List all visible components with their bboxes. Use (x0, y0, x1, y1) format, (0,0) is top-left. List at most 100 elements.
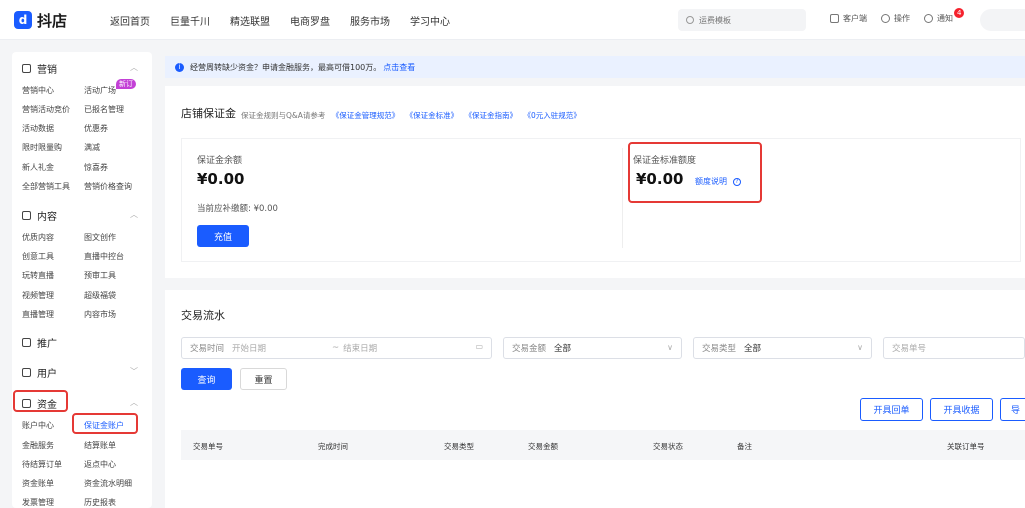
chevron-down-icon[interactable]: ﹀ (130, 366, 138, 377)
logo[interactable]: d 抖店 (14, 10, 67, 30)
highlight-box-funds (13, 390, 68, 412)
search-input[interactable] (699, 15, 799, 25)
operation-guide[interactable]: 操作 (881, 13, 910, 24)
chevron-up-icon[interactable]: ︿ (130, 209, 138, 220)
sidebar-item[interactable]: 满减 (84, 142, 100, 153)
deposit-reference: 保证金规则与Q&A请参考 《保证金管理规范》 《保证金标准》 《保证金指南》 《… (241, 110, 581, 121)
nav-learning[interactable]: 学习中心 (410, 13, 450, 28)
reset-button[interactable]: 重置 (240, 368, 287, 390)
col-related-order: 关联订单号 (947, 442, 985, 451)
sidebar-section-user[interactable]: 用户 (22, 365, 57, 380)
sidebar-item[interactable]: 发票管理 (22, 497, 54, 508)
issue-receipt-button[interactable]: 开具回单 (860, 398, 923, 421)
notice-bar: i 经营周转缺少资金？申请金融服务，最高可借100万。 点击查看 (165, 56, 1025, 78)
amount-filter-label: 交易金额 (512, 344, 547, 354)
reference-link[interactable]: 《0元入驻规范》 (523, 111, 580, 120)
sidebar-item[interactable]: 结算账单 (84, 440, 116, 451)
end-date-input[interactable]: 结束日期 (343, 342, 377, 354)
type-filter[interactable]: 交易类型 全部 ∨ (693, 337, 872, 359)
export-button[interactable]: 导 (1000, 398, 1025, 421)
col-order-no: 交易单号 (193, 442, 223, 451)
notification-label: 通知 (937, 14, 953, 23)
sidebar-item[interactable]: 视频管理 (22, 290, 54, 301)
sidebar-item[interactable]: 历史报表 (84, 497, 116, 508)
section-title: 推广 (37, 339, 57, 350)
sidebar-item[interactable]: 预审工具 (84, 270, 116, 281)
sidebar-section-marketing[interactable]: 营销 (22, 61, 57, 76)
content-icon (22, 211, 31, 220)
sidebar-item[interactable]: 创意工具 (22, 251, 54, 262)
sidebar-item[interactable]: 优惠券 (84, 123, 108, 134)
query-button[interactable]: 查询 (181, 368, 232, 390)
megaphone-icon (22, 64, 31, 73)
sidebar-item[interactable]: 全部营销工具 (22, 181, 70, 192)
sidebar-item[interactable]: 新人礼金 (22, 162, 54, 173)
sidebar-item[interactable]: 营销中心 (22, 85, 54, 96)
chevron-up-icon[interactable]: ︿ (130, 62, 138, 73)
sidebar-item[interactable]: 营销价格查询 (84, 181, 132, 192)
reference-link[interactable]: 《保证金标准》 (406, 111, 459, 120)
sidebar-item[interactable]: 优质内容 (22, 232, 54, 243)
type-filter-label: 交易类型 (702, 344, 737, 354)
bell-icon (924, 14, 933, 23)
sidebar-item[interactable]: 活动广场 (84, 85, 116, 96)
sidebar-item[interactable]: 图文创作 (84, 232, 116, 243)
sidebar-item[interactable]: 返点中心 (84, 459, 116, 470)
chevron-up-icon[interactable]: ︿ (130, 397, 138, 408)
sidebar-section-content[interactable]: 内容 (22, 208, 57, 223)
deposit-panel (181, 138, 1021, 262)
sidebar-item[interactable]: 惊喜券 (84, 162, 108, 173)
sidebar-item[interactable]: 资金流水明细 (84, 478, 132, 489)
col-status: 交易状态 (653, 442, 683, 451)
order-no-input[interactable]: 交易单号 (892, 342, 926, 354)
start-date-input[interactable]: 开始日期 (232, 342, 266, 354)
help-icon (881, 14, 890, 23)
top-nav: 返回首页 巨量千川 精选联盟 电商罗盘 服务市场 学习中心 (110, 13, 470, 28)
reference-link[interactable]: 《保证金管理规范》 (332, 111, 400, 120)
top-bar: d 抖店 返回首页 巨量千川 精选联盟 电商罗盘 服务市场 学习中心 客户端 操… (0, 0, 1025, 40)
col-amount: 交易金额 (528, 442, 558, 451)
balance-label: 保证金余额 (197, 156, 243, 166)
sidebar-item[interactable]: 直播中控台 (84, 251, 124, 262)
client-download[interactable]: 客户端 (830, 13, 867, 24)
new-badge: 新订 (116, 79, 136, 89)
sidebar-item[interactable]: 超级福袋 (84, 290, 116, 301)
sidebar-item[interactable]: 直播管理 (22, 309, 54, 320)
sidebar-item[interactable]: 待结算订单 (22, 459, 62, 470)
user-icon (22, 368, 31, 377)
sidebar-item[interactable]: 营销活动竞价 (22, 104, 70, 115)
search-box[interactable] (678, 9, 806, 31)
nav-qianchuan[interactable]: 巨量千川 (170, 13, 210, 28)
sidebar-item[interactable]: 已报名管理 (84, 104, 124, 115)
notification-badge: 4 (954, 8, 965, 18)
nav-compass[interactable]: 电商罗盘 (290, 13, 330, 28)
deposit-title: 店铺保证金 (181, 107, 236, 120)
avatar[interactable] (980, 9, 1025, 31)
notification[interactable]: 通知 4 (924, 8, 965, 24)
sidebar-item[interactable]: 金融服务 (22, 440, 54, 451)
amount-filter-value: 全部 (554, 344, 572, 354)
sidebar-item[interactable]: 内容市场 (84, 309, 116, 320)
nav-service-market[interactable]: 服务市场 (350, 13, 390, 28)
nav-alliance[interactable]: 精选联盟 (230, 13, 270, 28)
issue-acknowledgement-button[interactable]: 开具收据 (930, 398, 993, 421)
nav-home[interactable]: 返回首页 (110, 13, 150, 28)
time-filter[interactable]: 交易时间 开始日期 ~ 结束日期 ▭ (181, 337, 492, 359)
sidebar-section-promote[interactable]: 推广 (22, 335, 57, 350)
reference-link[interactable]: 《保证金指南》 (465, 111, 518, 120)
highlight-box-standard (628, 142, 762, 203)
notice-link[interactable]: 点击查看 (383, 62, 415, 73)
reference-prefix: 保证金规则与Q&A请参考 (241, 111, 326, 120)
search-icon (686, 16, 694, 24)
sidebar-item[interactable]: 限时限量购 (22, 142, 62, 153)
sidebar-item[interactable]: 账户中心 (22, 420, 54, 431)
sidebar-item[interactable]: 玩转直播 (22, 270, 54, 281)
order-no-filter[interactable]: 交易单号 (883, 337, 1025, 359)
recharge-button[interactable]: 充值 (197, 225, 249, 247)
sidebar-item[interactable]: 活动数据 (22, 123, 54, 134)
download-icon (830, 14, 839, 23)
amount-filter[interactable]: 交易金额 全部 ∨ (503, 337, 682, 359)
sidebar-item[interactable]: 资金账单 (22, 478, 54, 489)
balance-value: ¥0.00 (197, 170, 245, 188)
chevron-down-icon: ∨ (667, 343, 673, 352)
